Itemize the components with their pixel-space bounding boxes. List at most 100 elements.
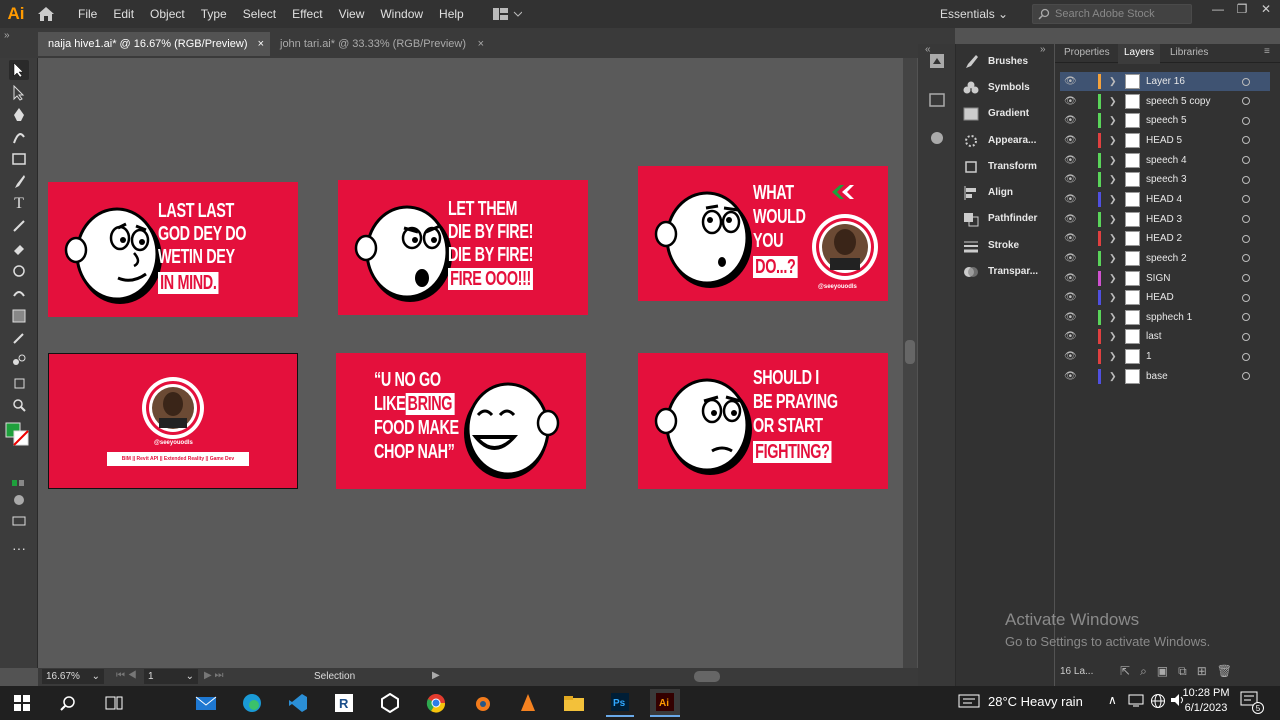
target-circle-icon[interactable] [1242, 332, 1250, 341]
menu-view[interactable]: View [331, 0, 373, 28]
rotate-tool-icon[interactable] [9, 261, 29, 281]
target-circle-icon[interactable] [1242, 195, 1250, 204]
artboard-nav-first-icon[interactable]: ⏮ ◀ [116, 670, 137, 681]
tab-libraries[interactable]: Libraries [1170, 44, 1208, 64]
blender-icon[interactable] [468, 689, 496, 717]
panel-brushes[interactable]: Brushes [962, 51, 1028, 73]
visibility-eye-icon[interactable]: 👁 [1064, 174, 1077, 185]
plugins-icon[interactable] [928, 130, 946, 149]
new-sublayer-icon[interactable]: ⧉ [1178, 664, 1197, 678]
artboard-1[interactable]: LAST LAST GOD DEY DO WETIN DEY IN MIND. [48, 182, 298, 317]
panel-appearance[interactable]: Appeara... [962, 130, 1036, 152]
visibility-eye-icon[interactable]: 👁 [1064, 371, 1077, 382]
target-circle-icon[interactable] [1242, 274, 1250, 282]
visibility-eye-icon[interactable]: 👁 [1064, 312, 1077, 323]
clock[interactable]: 10:28 PM 6/1/2023 [1178, 686, 1234, 716]
expand-chevron-icon[interactable]: ❯ [1109, 233, 1119, 244]
expand-chevron-icon[interactable]: ❯ [1109, 371, 1119, 382]
layer-row[interactable]: 👁 ❯ speech 5 [1060, 111, 1270, 130]
visibility-eye-icon[interactable]: 👁 [1064, 115, 1077, 126]
locate-object-icon[interactable]: ⌕ [1140, 664, 1157, 678]
target-circle-icon[interactable] [1242, 175, 1250, 184]
menu-effect[interactable]: Effect [284, 0, 330, 28]
arrange-documents-icon[interactable] [492, 7, 522, 21]
expand-chevron-icon[interactable]: ❯ [1109, 312, 1119, 323]
expand-chevron-icon[interactable]: ❯ [1109, 351, 1119, 362]
photoshop-icon[interactable]: Ps [606, 689, 634, 717]
panel-symbols[interactable]: Symbols [962, 77, 1030, 99]
layer-row[interactable]: 👁 ❯ speech 3 [1060, 170, 1270, 189]
tab-naija-hive[interactable]: naija hive1.ai* @ 16.67% (RGB/Preview) × [38, 32, 270, 56]
libraries-icon[interactable] [928, 52, 946, 73]
vlc-icon[interactable] [514, 689, 542, 717]
menu-window[interactable]: Window [372, 0, 431, 28]
target-circle-icon[interactable] [1242, 156, 1250, 165]
close-window-button[interactable]: ✕ [1254, 0, 1278, 20]
artboard-6[interactable]: SHOULD I BE PRAYING OR START FIGHTING? [638, 353, 888, 489]
layer-row[interactable]: 👁 ❯ speech 4 [1060, 151, 1270, 170]
visibility-eye-icon[interactable]: 👁 [1064, 233, 1077, 244]
target-circle-icon[interactable] [1242, 352, 1250, 361]
artboard-5[interactable]: “U NO GO LIKE BRING FOOD MAKE CHOP NAH” [336, 353, 586, 489]
target-circle-icon[interactable] [1242, 234, 1250, 243]
revit-icon[interactable]: R [330, 689, 358, 717]
chrome-icon[interactable] [422, 689, 450, 717]
layer-row[interactable]: 👁 ❯ base [1060, 367, 1270, 386]
workspace-switcher[interactable]: Essentials ⌄ [940, 0, 1008, 28]
artboard-tool-icon[interactable] [9, 373, 29, 393]
expand-chevron-icon[interactable]: ❯ [1109, 174, 1119, 185]
mail-app-icon[interactable] [192, 689, 220, 717]
windows-start-icon[interactable] [8, 689, 36, 717]
layer-row[interactable]: 👁 ❯ last [1060, 327, 1270, 346]
panel-transform[interactable]: Transform [962, 156, 1037, 178]
new-layer-icon[interactable]: ⊞ [1197, 664, 1217, 678]
expand-chevron-icon[interactable]: ❯ [1109, 292, 1119, 303]
target-circle-icon[interactable] [1242, 372, 1250, 381]
artboard-number-select[interactable]: 1 ⌄ [144, 669, 198, 684]
menu-file[interactable]: File [70, 0, 105, 28]
layer-row[interactable]: 👁 ❯ HEAD 4 [1060, 190, 1270, 209]
taskbar-search-icon[interactable] [54, 689, 82, 717]
illustrator-icon[interactable]: Ai [650, 689, 680, 717]
horizontal-scrollbar-thumb[interactable] [694, 671, 720, 682]
target-circle-icon[interactable] [1242, 215, 1250, 224]
close-icon[interactable]: × [258, 32, 264, 56]
line-tool-icon[interactable] [9, 216, 29, 236]
expand-chevron-icon[interactable]: ❯ [1109, 253, 1119, 264]
expand-chevron-icon[interactable]: ❯ [1109, 155, 1119, 166]
target-circle-icon[interactable] [1242, 136, 1250, 145]
task-view-icon[interactable] [100, 689, 128, 717]
visibility-eye-icon[interactable]: 👁 [1064, 273, 1077, 284]
collapse-panels-icon[interactable]: » [4, 30, 10, 41]
type-tool-icon[interactable]: T [9, 194, 29, 214]
layer-row[interactable]: 👁 ❯ speech 5 copy [1060, 92, 1270, 111]
panel-stroke[interactable]: Stroke [962, 235, 1019, 257]
artboard-nav-last-icon[interactable]: ▶ ⏭ [204, 670, 223, 681]
target-circle-icon[interactable] [1242, 254, 1250, 263]
blend-tool-icon[interactable] [9, 350, 29, 370]
layer-row[interactable]: 👁 ❯ spphech 1 [1060, 308, 1270, 327]
visibility-eye-icon[interactable]: 👁 [1064, 135, 1077, 146]
artboard-2[interactable]: LET THEM DIE BY FIRE! DIE BY FIRE! FIRE … [338, 180, 588, 315]
layer-row[interactable]: 👁 ❯ HEAD 3 [1060, 210, 1270, 229]
visibility-eye-icon[interactable]: 👁 [1064, 155, 1077, 166]
visibility-eye-icon[interactable]: 👁 [1064, 292, 1077, 303]
expand-chevron-icon[interactable]: ❯ [1109, 194, 1119, 205]
weather-icon[interactable] [958, 693, 980, 712]
vscode-icon[interactable] [284, 689, 312, 717]
export-icon[interactable]: ⇱ [1120, 664, 1140, 678]
panel-menu-icon[interactable]: ≡ [1264, 46, 1270, 57]
layer-row[interactable]: 👁 ❯ HEAD 2 [1060, 229, 1270, 248]
screen-mode-icon[interactable] [9, 490, 29, 510]
artboard-4[interactable]: @seeyouodls BIM || Revit API || Extended… [48, 353, 298, 489]
status-menu-arrow-icon[interactable]: ▶ [432, 670, 440, 681]
panel-align[interactable]: Align [962, 182, 1013, 204]
target-circle-icon[interactable] [1242, 313, 1250, 322]
expand-chevron-icon[interactable]: ❯ [1109, 76, 1119, 87]
delete-layer-icon[interactable]: 🗑 [1217, 664, 1242, 678]
pen-tool-icon[interactable] [9, 105, 29, 125]
visibility-eye-icon[interactable]: 👁 [1064, 331, 1077, 342]
expand-chevron-icon[interactable]: ❯ [1109, 135, 1119, 146]
expand-chevron-icon[interactable]: ❯ [1109, 96, 1119, 107]
visibility-eye-icon[interactable]: 👁 [1064, 194, 1077, 205]
